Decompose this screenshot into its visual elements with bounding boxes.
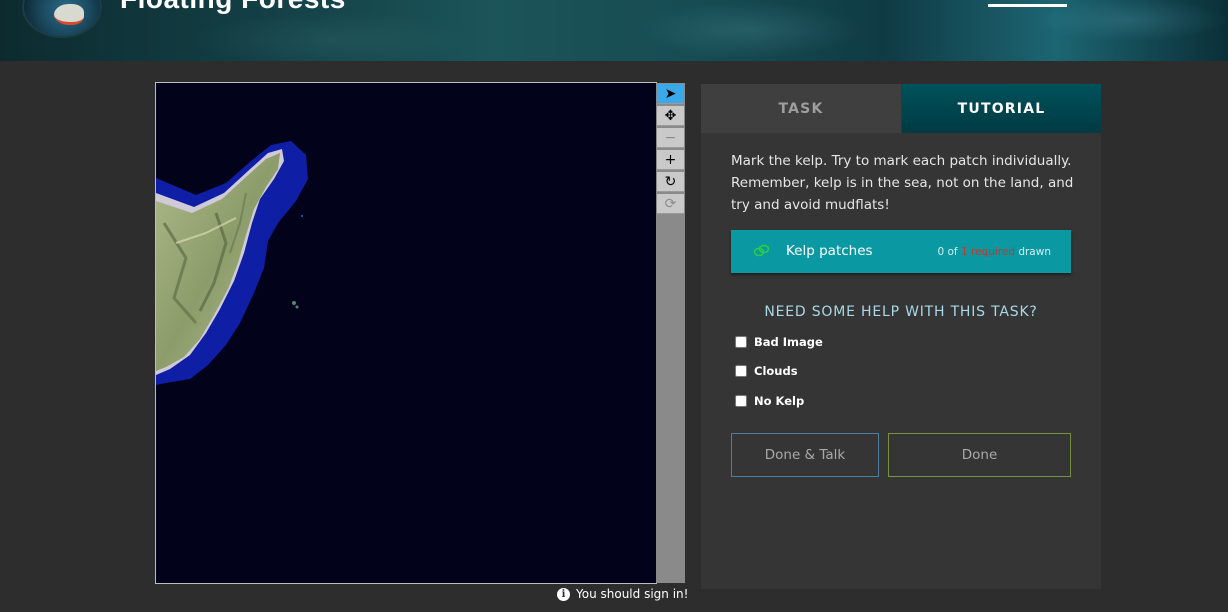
task-panel: TASK TUTORIAL Mark the kelp. Try to mark… [701, 84, 1101, 589]
header-banner: Floating Forests [0, 0, 1228, 61]
project-logo[interactable] [22, 0, 102, 38]
active-nav-underline [988, 4, 1067, 7]
count-required: 1 required [960, 246, 1015, 258]
rotate-icon[interactable]: ↻ [657, 172, 684, 192]
kelp-patches-label: Kelp patches [786, 243, 873, 259]
option-label: Bad Image [754, 335, 823, 349]
zoom-out-icon[interactable]: − [657, 128, 684, 148]
tab-tutorial[interactable]: TUTORIAL [902, 84, 1101, 133]
kelp-shape-icon [753, 244, 770, 257]
done-and-talk-button[interactable]: Done & Talk [731, 433, 879, 477]
task-tabs: TASK TUTORIAL [701, 84, 1101, 133]
checkbox-bad-image[interactable] [735, 336, 747, 348]
option-label: Clouds [754, 364, 798, 378]
project-title[interactable]: Floating Forests [120, 0, 346, 15]
fish-icon [54, 4, 84, 25]
checkbox-no-kelp[interactable] [735, 395, 747, 407]
pan-move-icon[interactable]: ✥ [657, 106, 684, 126]
count-suffix: drawn [1018, 246, 1051, 258]
task-instructions: Mark the kelp. Try to mark each patch in… [731, 153, 1074, 213]
option-no-kelp[interactable]: No Kelp [735, 394, 804, 408]
tab-task[interactable]: TASK [701, 84, 901, 133]
count-prefix: 0 of [937, 246, 958, 258]
checkbox-clouds[interactable] [735, 365, 747, 377]
option-clouds[interactable]: Clouds [735, 364, 798, 378]
satellite-image [156, 83, 656, 583]
select-pointer-icon[interactable]: ➤ [657, 84, 684, 104]
kelp-count: 0 of 1 required drawn [937, 246, 1051, 258]
option-bad-image[interactable]: Bad Image [735, 335, 823, 349]
done-button[interactable]: Done [888, 433, 1071, 477]
zoom-in-icon[interactable]: + [657, 150, 684, 170]
info-icon: i [557, 587, 570, 601]
help-title: NEED SOME HELP WITH THIS TASK? [764, 304, 1038, 320]
sign-in-text: You should sign in! [576, 587, 689, 601]
kelp-patches-tool-button[interactable]: Kelp patches 0 of 1 required drawn [731, 230, 1071, 273]
option-label: No Kelp [754, 394, 805, 408]
subject-image-viewer[interactable] [155, 82, 657, 584]
sign-in-notice[interactable]: i You should sign in! [557, 587, 688, 601]
viewer-toolbar: ➤ ✥ − + ↻ ⟳ [656, 83, 685, 583]
reset-view-icon[interactable]: ⟳ [657, 194, 684, 214]
